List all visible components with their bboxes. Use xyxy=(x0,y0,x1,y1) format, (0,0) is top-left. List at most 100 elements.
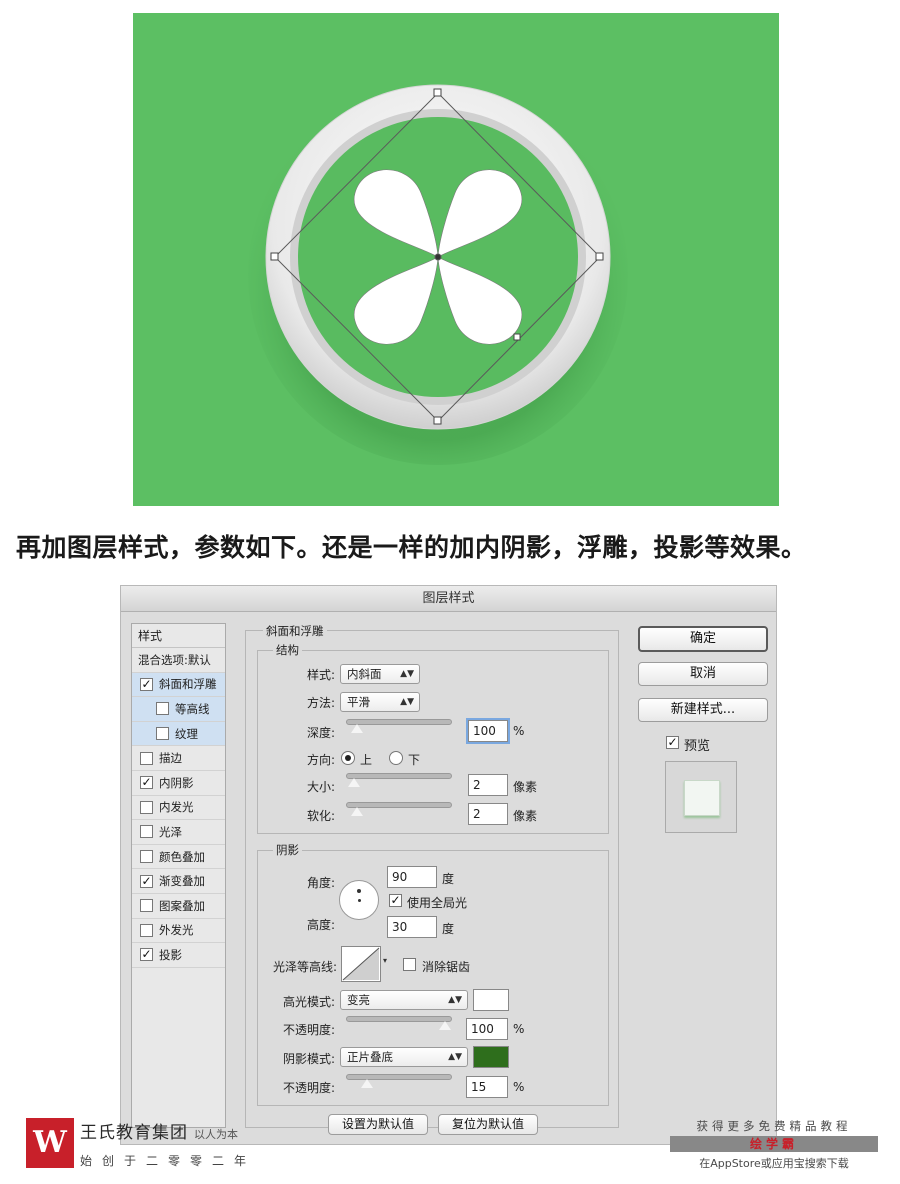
style-item-inner-shadow[interactable]: ✓ 内阴影 xyxy=(132,771,225,796)
angle-label: 角度: xyxy=(306,876,335,890)
style-item-contour[interactable]: 等高线 xyxy=(132,697,225,722)
anchor-bottom-right xyxy=(513,333,521,341)
angle-dial[interactable] xyxy=(339,880,379,920)
shadow-opacity-input[interactable]: 15 xyxy=(466,1076,508,1098)
highlight-mode-label: 高光模式: xyxy=(282,995,335,1009)
make-default-button[interactable]: 设置为默认值 xyxy=(328,1114,428,1135)
preview-checkbox[interactable]: ✓ xyxy=(666,736,679,749)
style-item-label: 投影 xyxy=(159,947,182,962)
style-item-drop-shadow[interactable]: ✓ 投影 xyxy=(132,943,225,968)
highlight-opacity-slider[interactable] xyxy=(346,1016,452,1030)
slider-thumb[interactable] xyxy=(439,1021,451,1030)
shadow-mode-value: 正片叠底 xyxy=(347,1050,393,1064)
anti-alias-checkbox[interactable] xyxy=(403,958,416,971)
direction-up-label: 上 xyxy=(360,753,373,767)
layer-style-dialog: 图层样式 样式 混合选项:默认 ✓ 斜面和浮雕 等高线 纹理 描边 ✓ 内阴影 内发… xyxy=(120,585,777,1145)
angle-input[interactable]: 90 xyxy=(387,866,437,888)
style-item-label: 渐变叠加 xyxy=(159,874,205,889)
checkbox[interactable] xyxy=(140,923,153,937)
style-item-label: 等高线 xyxy=(175,701,210,716)
soften-input[interactable]: 2 xyxy=(468,803,508,825)
slider-thumb[interactable] xyxy=(350,807,363,816)
highlight-mode-value: 变亮 xyxy=(347,993,370,1007)
style-item-label: 斜面和浮雕 xyxy=(159,677,217,692)
checkbox[interactable] xyxy=(156,702,169,716)
technique-select[interactable]: 平滑 ▲▼ xyxy=(340,692,420,712)
style-item-gradient-overlay[interactable]: ✓ 渐变叠加 xyxy=(132,869,225,894)
slider-thumb[interactable] xyxy=(360,1079,373,1088)
technique-select-value: 平滑 xyxy=(347,695,370,709)
highlight-opacity-label: 不透明度: xyxy=(282,1023,335,1037)
highlight-opacity-input[interactable]: 100 xyxy=(466,1018,508,1040)
shadow-mode-label: 阴影模式: xyxy=(282,1052,335,1066)
direction-label: 方向: xyxy=(306,753,335,767)
checkbox[interactable]: ✓ xyxy=(140,874,153,888)
direction-down-radio[interactable] xyxy=(389,751,403,765)
checkbox[interactable] xyxy=(140,751,153,765)
updown-arrow-icon: ▲▼ xyxy=(448,995,462,1005)
clover-artwork xyxy=(248,84,628,465)
style-item-label: 描边 xyxy=(159,751,182,766)
checkbox[interactable]: ✓ xyxy=(140,776,153,790)
style-select[interactable]: 内斜面 ▲▼ xyxy=(340,664,420,684)
style-item-label: 纹理 xyxy=(175,726,198,741)
style-item-label: 内阴影 xyxy=(159,775,194,790)
anchor-right xyxy=(595,252,604,261)
promo-block: 获得更多免费精品教程 绘学霸 在AppStore或应用宝搜索下载 xyxy=(670,1118,878,1171)
new-style-button[interactable]: 新建样式... xyxy=(638,698,768,722)
style-item-label: 光泽 xyxy=(159,824,182,839)
shadow-opacity-unit: % xyxy=(513,1080,525,1094)
checkbox[interactable] xyxy=(140,800,153,814)
checkbox[interactable] xyxy=(156,727,169,741)
preview-label: 预览 xyxy=(684,739,711,754)
shadow-opacity-label: 不透明度: xyxy=(282,1081,335,1095)
shadow-mode-select[interactable]: 正片叠底 ▲▼ xyxy=(340,1047,468,1067)
checkbox[interactable]: ✓ xyxy=(140,948,153,962)
style-list: 样式 混合选项:默认 ✓ 斜面和浮雕 等高线 纹理 描边 ✓ 内阴影 内发光 光泽 … xyxy=(131,623,226,1128)
style-item-bevel[interactable]: ✓ 斜面和浮雕 xyxy=(132,672,225,698)
slider-thumb[interactable] xyxy=(350,724,363,733)
style-item-stroke[interactable]: 描边 xyxy=(132,746,225,771)
style-item-outer-glow[interactable]: 外发光 xyxy=(132,919,225,944)
highlight-color-swatch[interactable] xyxy=(473,989,509,1011)
checkbox[interactable] xyxy=(140,850,153,864)
gloss-contour-picker[interactable] xyxy=(341,946,381,982)
shadow-opacity-slider[interactable] xyxy=(346,1074,452,1088)
contour-dropdown-icon[interactable]: ▾ xyxy=(383,956,387,965)
reset-default-button[interactable]: 复位为默认值 xyxy=(438,1114,538,1135)
size-input[interactable]: 2 xyxy=(468,774,508,796)
altitude-input[interactable]: 30 xyxy=(387,916,437,938)
gloss-contour-label: 光泽等高线: xyxy=(272,960,337,974)
ok-button[interactable]: 确定 xyxy=(638,626,768,652)
size-slider[interactable] xyxy=(346,773,452,787)
highlight-mode-select[interactable]: 变亮 ▲▼ xyxy=(340,990,468,1010)
shadow-color-swatch[interactable] xyxy=(473,1046,509,1068)
blend-options-item[interactable]: 混合选项:默认 xyxy=(132,648,225,673)
style-item-label: 内发光 xyxy=(159,800,194,815)
styles-header[interactable]: 样式 xyxy=(132,624,225,648)
style-item-texture[interactable]: 纹理 xyxy=(132,721,225,747)
dialog-title: 图层样式 xyxy=(121,586,776,612)
depth-slider[interactable] xyxy=(346,719,452,733)
direction-up-radio[interactable] xyxy=(341,751,355,765)
style-item-satin[interactable]: 光泽 xyxy=(132,820,225,845)
global-light-checkbox[interactable]: ✓ xyxy=(389,894,402,907)
soften-label: 软化: xyxy=(306,809,335,823)
clover-illustration xyxy=(133,13,779,506)
preview-thumbnail xyxy=(665,761,737,833)
depth-label: 深度: xyxy=(306,726,335,740)
style-item-inner-glow[interactable]: 内发光 xyxy=(132,796,225,821)
depth-input[interactable]: 100 xyxy=(468,720,508,742)
checkbox[interactable]: ✓ xyxy=(140,677,153,691)
checkbox[interactable] xyxy=(140,825,153,839)
style-item-label: 外发光 xyxy=(159,923,194,938)
promo-app-name: 绘学霸 xyxy=(670,1136,878,1152)
style-item-pattern-overlay[interactable]: 图案叠加 xyxy=(132,894,225,919)
style-item-color-overlay[interactable]: 颜色叠加 xyxy=(132,845,225,870)
cancel-button[interactable]: 取消 xyxy=(638,662,768,686)
soften-slider[interactable] xyxy=(346,802,452,816)
bevel-title: 斜面和浮雕 xyxy=(263,623,327,639)
angle-dial-indicator xyxy=(357,889,361,893)
checkbox[interactable] xyxy=(140,899,153,913)
slider-thumb[interactable] xyxy=(347,778,360,787)
